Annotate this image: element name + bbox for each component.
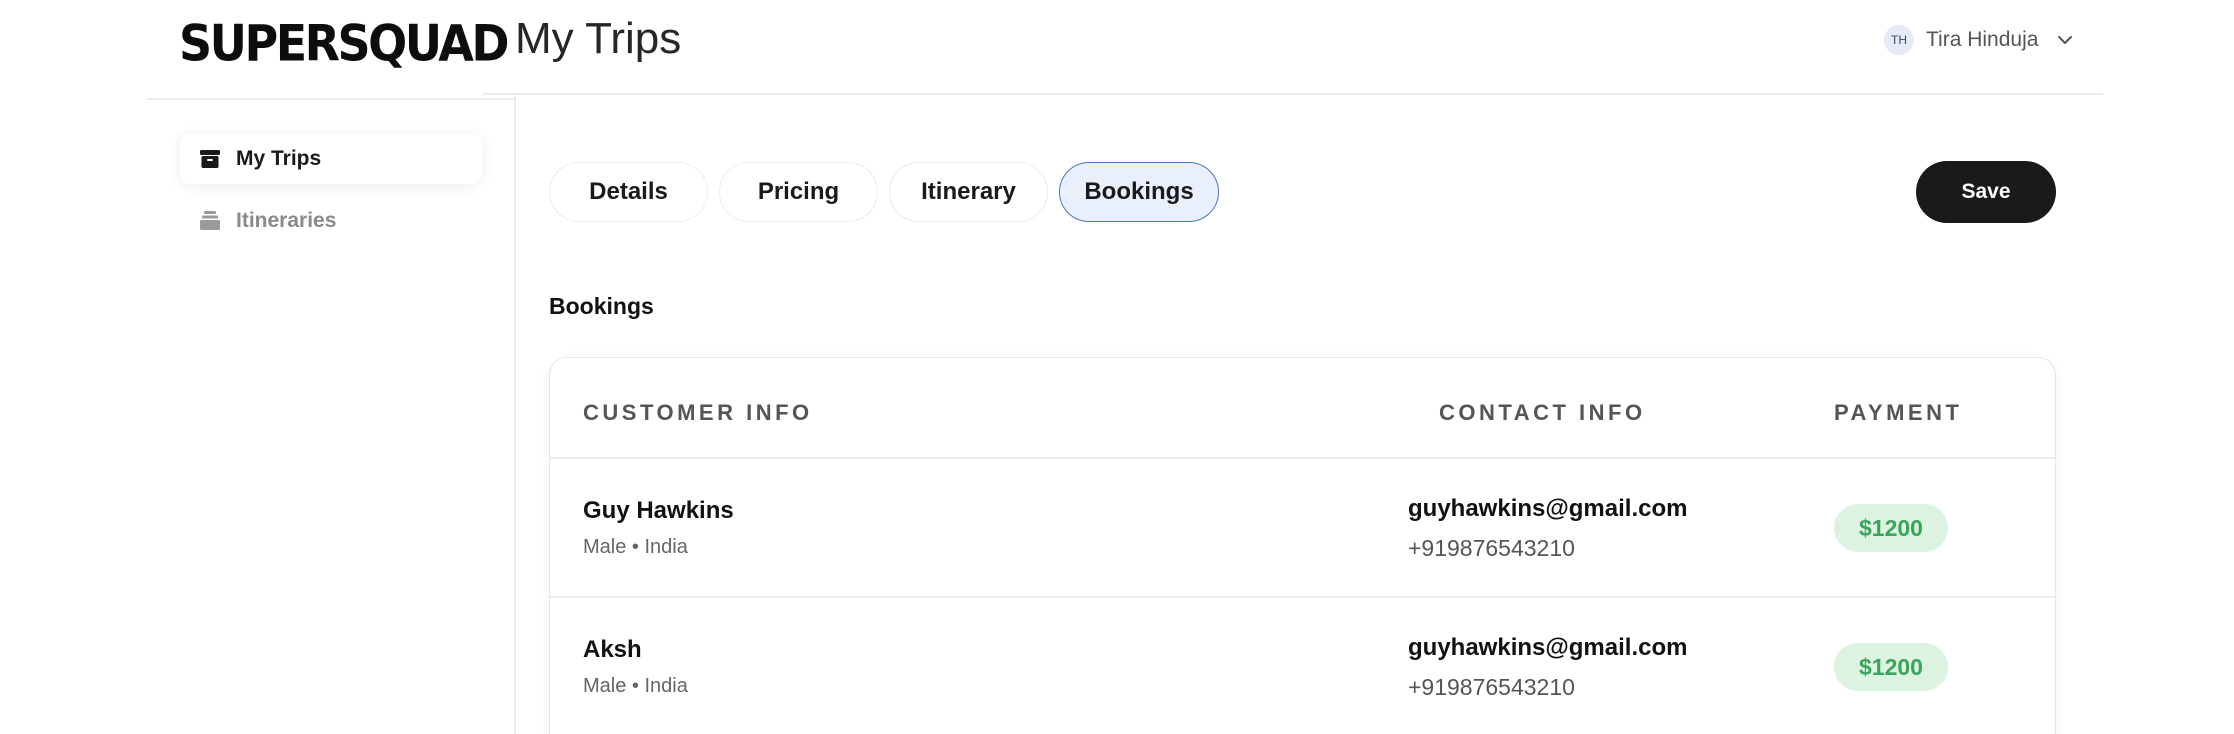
tab-bookings[interactable]: Bookings [1059,162,1219,222]
tab-itinerary[interactable]: Itinerary [889,162,1048,222]
section-title: Bookings [549,293,654,319]
customer-meta: Male • India [583,536,688,558]
payment-badge: $1200 [1834,504,1948,552]
stack-icon [200,211,220,230]
avatar: TH [1884,25,1914,55]
sidebar-item-my-trips[interactable]: My Trips [180,134,482,184]
sidebar-item-itineraries[interactable]: Itineraries [180,196,482,246]
bookings-table: CUSTOMER INFO CONTACT INFO PAYMENT Guy H… [549,357,2056,734]
header-divider-left [147,98,515,100]
customer-phone: +919876543210 [1408,535,1575,561]
column-header-contact: CONTACT INFO [1439,400,1646,425]
brand-logo[interactable]: SUPERSQUAD [179,14,510,72]
customer-email: guyhawkins@gmail.com [1408,495,1688,522]
sidebar-item-label: Itineraries [236,209,337,232]
app-frame: SUPERSQUAD My Trips TH Tira Hinduja My T… [0,0,2234,734]
sidebar-item-label: My Trips [236,147,322,170]
save-button[interactable]: Save [1916,161,2056,223]
sidebar-divider [514,95,516,734]
user-name: Tira Hinduja [1926,28,2039,51]
column-header-payment: PAYMENT [1834,400,1963,425]
customer-email: guyhawkins@gmail.com [1408,634,1688,661]
customer-phone: +919876543210 [1408,674,1575,700]
header-divider-right [483,93,2103,95]
table-row[interactable]: Guy Hawkins Male • India guyhawkins@gmai… [550,459,2055,598]
page-title: My Trips [515,14,682,63]
archive-box-icon [200,150,220,168]
customer-meta: Male • India [583,675,688,697]
customer-name: Guy Hawkins [583,497,734,524]
chevron-down-icon [2058,36,2073,44]
tab-pricing[interactable]: Pricing [719,162,878,222]
user-menu[interactable]: TH Tira Hinduja [1884,22,2074,58]
tab-details[interactable]: Details [549,162,708,222]
table-row[interactable]: Aksh Male • India guyhawkins@gmail.com +… [550,598,2055,734]
payment-badge: $1200 [1834,643,1948,691]
column-header-customer: CUSTOMER INFO [583,400,813,425]
customer-name: Aksh [583,636,642,663]
